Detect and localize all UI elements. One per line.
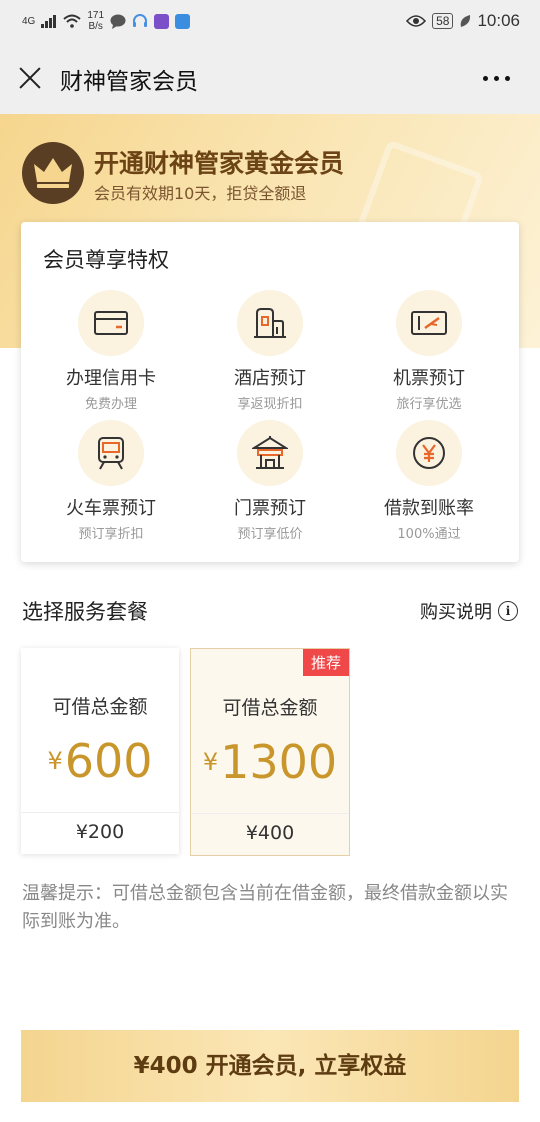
- banner-title: 开通财神管家黄金会员: [94, 149, 345, 178]
- status-bar: 4G 171 B/s 58 10:06: [0, 0, 540, 42]
- banner-subtitle: 会员有效期10天，拒贷全额退: [94, 184, 307, 203]
- privilege-name: 酒店预订: [234, 368, 306, 389]
- privilege-name: 门票预订: [234, 498, 306, 519]
- privilege-desc: 享返现折扣: [237, 397, 303, 412]
- package-label: 可借总金额: [52, 696, 148, 718]
- currency-symbol: ¥: [47, 747, 63, 775]
- app-badge-shield-icon: [175, 13, 191, 29]
- privilege-item-credit-card[interactable]: 办理信用卡 免费办理: [31, 290, 191, 412]
- headset-icon: [133, 14, 148, 27]
- privilege-desc: 免费办理: [84, 397, 137, 412]
- more-options-icon[interactable]: [483, 76, 510, 81]
- package-option-1300[interactable]: 推荐 可借总金额 ¥1300 ¥400: [190, 648, 350, 856]
- temple-icon: [252, 436, 288, 469]
- info-icon: i: [498, 601, 518, 621]
- battery-icon: 58: [432, 13, 454, 29]
- package-amount-value: 600: [64, 734, 153, 788]
- privilege-desc: 100%通过: [397, 527, 461, 542]
- privilege-name: 办理信用卡: [66, 368, 156, 389]
- yen-icon: [413, 437, 445, 469]
- network-type: 4G: [22, 15, 36, 27]
- privileges-title: 会员尊享特权: [43, 248, 169, 272]
- hotel-icon: [254, 308, 286, 338]
- package-option-600[interactable]: 可借总金额 ¥600 ¥200: [21, 648, 179, 854]
- package-price: ¥200: [75, 821, 125, 843]
- train-icon: [98, 437, 124, 470]
- privilege-item-loan-rate[interactable]: 借款到账率 100%通过: [349, 420, 509, 542]
- package-price: ¥400: [245, 822, 295, 844]
- recommend-badge: 推荐: [302, 649, 349, 676]
- close-icon[interactable]: [18, 66, 42, 90]
- privileges-card: 会员尊享特权 办理信用卡 免费办理 酒店预订 享返现折扣 机票预订 旅行享优选: [21, 222, 519, 562]
- credit-card-icon: [94, 311, 128, 335]
- chat-bubble-icon: [110, 14, 126, 29]
- privilege-name: 机票预订: [393, 368, 465, 389]
- leaf-icon: [461, 15, 471, 27]
- package-amount: ¥600: [21, 734, 179, 788]
- buy-explain-link[interactable]: 购买说明 i: [420, 598, 518, 624]
- privilege-item-plane-ticket[interactable]: 机票预订 旅行享优选: [349, 290, 509, 412]
- warm-tip: 温馨提示：可借总金额包含当前在借金额，最终借款金额以实际到账为准。: [22, 883, 508, 932]
- eye-icon: [406, 15, 427, 27]
- clock: 10:06: [477, 11, 520, 30]
- crown-icon: [22, 142, 84, 204]
- package-label: 可借总金额: [222, 697, 318, 719]
- privilege-item-attraction-ticket[interactable]: 门票预订 预订享低价: [190, 420, 350, 542]
- divider: [21, 812, 179, 813]
- privilege-name: 火车票预订: [66, 498, 156, 519]
- divider: [191, 813, 349, 814]
- status-right: 58 10:06: [406, 6, 520, 36]
- status-left: 4G 171 B/s: [22, 6, 191, 36]
- open-membership-button[interactable]: ¥400 开通会员, 立享权益: [21, 1030, 519, 1102]
- plane-ticket-icon: [411, 311, 447, 335]
- signal-icon: [41, 15, 57, 28]
- privilege-name: 借款到账率: [384, 498, 474, 519]
- package-section-title: 选择服务套餐: [22, 600, 148, 624]
- privilege-desc: 预订享折扣: [78, 527, 144, 542]
- buy-explain-label: 购买说明: [420, 602, 492, 623]
- package-amount-value: 1300: [220, 735, 338, 789]
- page-title: 财神管家会员: [60, 69, 198, 95]
- currency-symbol: ¥: [202, 748, 219, 776]
- wifi-icon: [63, 14, 82, 28]
- app-badge-purple-icon: [154, 13, 170, 29]
- privilege-item-train[interactable]: 火车票预订 预订享折扣: [31, 420, 191, 542]
- network-speed: 171 B/s: [87, 10, 105, 32]
- title-bar: 财神管家会员: [0, 42, 540, 114]
- privilege-desc: 预订享低价: [237, 527, 303, 542]
- privilege-item-hotel[interactable]: 酒店预订 享返现折扣: [190, 290, 350, 412]
- privilege-desc: 旅行享优选: [396, 397, 462, 412]
- package-amount: ¥1300: [191, 735, 349, 789]
